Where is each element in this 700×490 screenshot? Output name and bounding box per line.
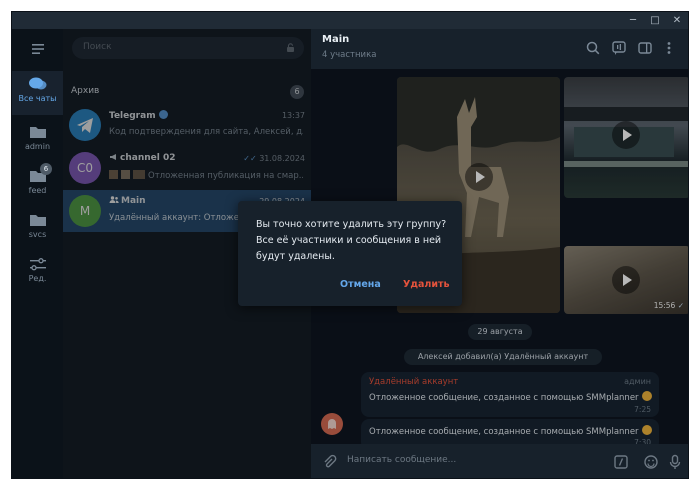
minimize-button[interactable]: ─	[622, 12, 644, 29]
folder-feed[interactable]: 6 feed	[12, 163, 63, 207]
folder-admin[interactable]: admin	[12, 119, 63, 163]
chat-header: Main 4 участника	[311, 29, 688, 69]
folder-label: feed	[28, 186, 47, 195]
voice-chat-icon[interactable]	[611, 40, 627, 56]
folder-svcs[interactable]: svcs	[12, 207, 63, 251]
microphone-icon[interactable]	[667, 454, 683, 470]
folder-icon	[29, 215, 46, 226]
bot-commands-icon[interactable]	[613, 454, 629, 470]
emoji-icon[interactable]	[643, 454, 659, 470]
folder-icon	[29, 127, 46, 138]
edit-folders[interactable]: Ред.	[12, 251, 63, 295]
menu-button[interactable]	[12, 35, 63, 63]
close-window-button[interactable]: ✕	[666, 12, 688, 29]
folder-label: admin	[24, 142, 51, 151]
sliders-icon	[29, 258, 46, 271]
more-vertical-icon[interactable]	[661, 40, 677, 56]
sidebar-toggle-icon[interactable]	[637, 40, 653, 56]
paperclip-icon[interactable]	[321, 454, 337, 470]
folder-label: Ред.	[28, 274, 47, 283]
cancel-button[interactable]: Отмена	[340, 279, 381, 290]
folders-rail: Все чаты admin 6 feed svcs Ред.	[12, 29, 63, 478]
hamburger-icon	[31, 44, 44, 54]
chat-bubbles-icon	[28, 77, 46, 90]
maximize-button[interactable]: □	[644, 12, 666, 29]
delete-button[interactable]: Удалить	[403, 279, 450, 290]
message-input[interactable]: Написать сообщение...	[347, 455, 456, 465]
message-composer: Написать сообщение...	[311, 444, 688, 478]
chat-title: Main	[322, 34, 350, 45]
folder-label: svcs	[28, 230, 47, 239]
unread-badge: 6	[40, 163, 52, 175]
folder-label: Все чаты	[18, 94, 57, 103]
chat-subtitle: 4 участника	[322, 50, 377, 60]
delete-group-dialog: Вы точно хотите удалить эту группу? Все …	[238, 201, 462, 306]
dialog-message: Вы точно хотите удалить эту группу? Все …	[256, 219, 447, 262]
folder-all-chats[interactable]: Все чаты	[12, 71, 63, 115]
search-icon[interactable]	[585, 40, 601, 56]
title-bar: ─ □ ✕	[12, 12, 688, 29]
